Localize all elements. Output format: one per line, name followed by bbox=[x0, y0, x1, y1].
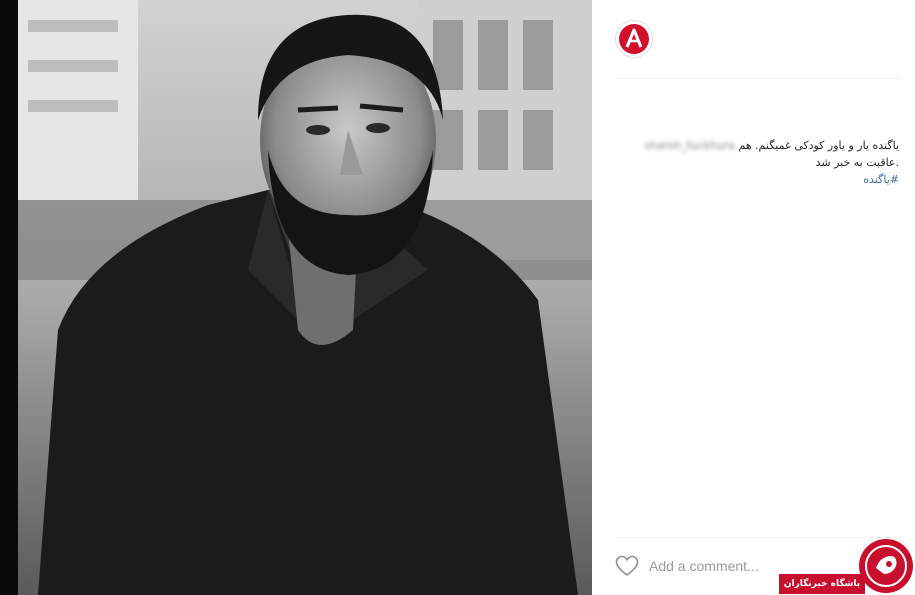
profile-avatar[interactable] bbox=[615, 20, 653, 58]
a-logo-icon bbox=[619, 24, 649, 54]
post-caption: یاگنده یار و یاور کودکی غمیگنم. هم shars… bbox=[612, 137, 899, 188]
caption-text-line1: یاگنده یار و یاور کودکی غمیگنم. هم bbox=[738, 139, 899, 152]
blurred-username[interactable]: sharsh_fuckhura bbox=[644, 137, 735, 154]
heart-icon[interactable] bbox=[615, 555, 639, 577]
watermark-label: باشگاه خبرنگاران bbox=[779, 574, 865, 594]
caption-first-line: یاگنده یار و یاور کودکی غمیگنم. هم shars… bbox=[612, 137, 899, 154]
image-left-edge bbox=[0, 0, 18, 595]
caption-text-line2: .عاقبت به خبر شد bbox=[815, 156, 899, 169]
hashtag-link[interactable]: #یاگنده bbox=[612, 171, 899, 188]
news-logo-icon bbox=[859, 539, 913, 593]
post-photo[interactable] bbox=[18, 0, 592, 595]
add-comment-input[interactable] bbox=[649, 556, 799, 576]
header-divider bbox=[615, 78, 902, 79]
post-side-panel bbox=[592, 0, 915, 595]
portrait-image bbox=[18, 0, 592, 595]
